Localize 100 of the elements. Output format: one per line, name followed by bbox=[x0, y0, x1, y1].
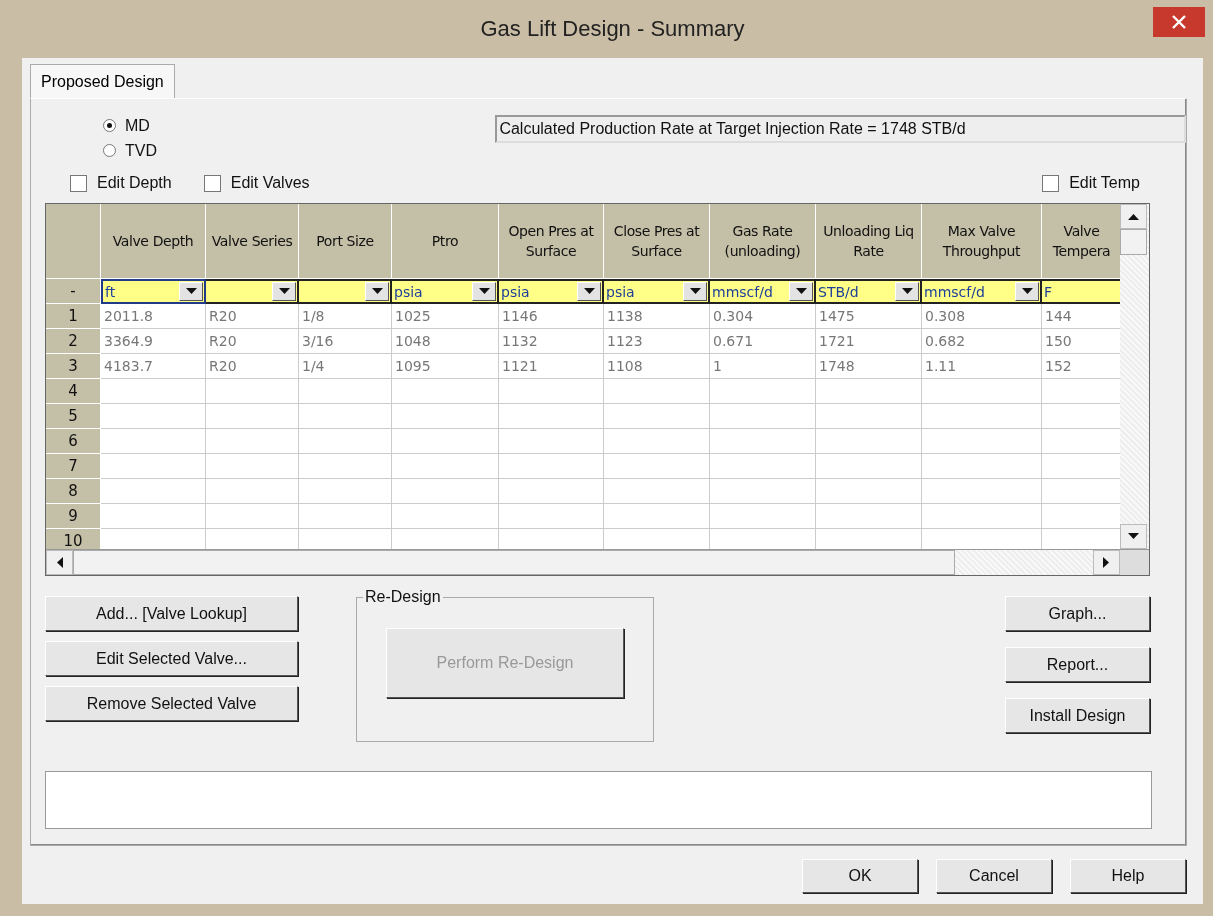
table-cell: 4183.7 bbox=[101, 354, 206, 379]
table-cell: 1/4 bbox=[299, 354, 392, 379]
column-header: Close Pres at Surface bbox=[604, 204, 710, 279]
dropdown-button[interactable] bbox=[1015, 282, 1039, 301]
checkbox-label: Edit Depth bbox=[97, 174, 172, 192]
radio-label: MD bbox=[125, 116, 150, 135]
table-cell: 1095 bbox=[392, 354, 499, 379]
table-cell: 1748 bbox=[816, 354, 922, 379]
caret-icon bbox=[478, 288, 490, 295]
close-button[interactable] bbox=[1153, 7, 1205, 37]
down-arrow-icon bbox=[1128, 533, 1139, 540]
action-button[interactable]: Add... [Valve Lookup] bbox=[45, 596, 298, 631]
right-arrow-icon bbox=[1103, 557, 1110, 568]
radio-label: TVD bbox=[125, 141, 157, 160]
dialog-button[interactable]: Help bbox=[1070, 859, 1186, 893]
dropdown-button[interactable] bbox=[789, 282, 813, 301]
row-header: 5 bbox=[46, 404, 101, 429]
table-cell: R20 bbox=[206, 354, 299, 379]
dropdown-button[interactable] bbox=[683, 282, 707, 301]
table-cell: 1121 bbox=[499, 354, 604, 379]
action-button[interactable]: Remove Selected Valve bbox=[45, 686, 298, 721]
table-cell: 1123 bbox=[604, 329, 710, 354]
caret-icon bbox=[901, 288, 913, 295]
dropdown-button[interactable] bbox=[472, 282, 496, 301]
row-header: - bbox=[46, 279, 101, 304]
unit-dropdown[interactable]: psia bbox=[499, 279, 604, 304]
checkbox-label: Edit Valves bbox=[230, 174, 310, 192]
checkbox[interactable] bbox=[1042, 174, 1060, 192]
table-cell: 1721 bbox=[816, 329, 922, 354]
column-header: Port Size bbox=[299, 204, 392, 279]
column-header: Open Pres at Surface bbox=[499, 204, 604, 279]
caret-icon bbox=[371, 288, 383, 295]
action-button[interactable]: Graph... bbox=[1005, 596, 1150, 631]
table-cell: 0.304 bbox=[710, 304, 816, 329]
row-header: 8 bbox=[46, 479, 101, 504]
caret-icon bbox=[185, 288, 197, 295]
row-header: 10 bbox=[46, 529, 101, 549]
column-header: Valve Depth bbox=[101, 204, 206, 279]
column-header: Unloading Liq Rate bbox=[816, 204, 922, 279]
caret-icon bbox=[689, 288, 701, 295]
table-cell: 1048 bbox=[392, 329, 499, 354]
row-header: 7 bbox=[46, 454, 101, 479]
dropdown-button[interactable] bbox=[895, 282, 919, 301]
table-cell: 3/16 bbox=[299, 329, 392, 354]
unit-dropdown[interactable]: F bbox=[1042, 279, 1120, 304]
production-rate-field: Calculated Production Rate at Target Injection Rate = 1748 STB/d bbox=[495, 115, 1186, 143]
radio-button[interactable] bbox=[103, 119, 116, 132]
table-cell: 1146 bbox=[499, 304, 604, 329]
table-cell: 0.682 bbox=[922, 329, 1042, 354]
dropdown-button[interactable] bbox=[365, 282, 389, 301]
dialog-button[interactable]: Cancel bbox=[936, 859, 1052, 893]
horizontal-scrollbar[interactable] bbox=[46, 549, 1149, 575]
unit-dropdown[interactable]: mmscf/d bbox=[710, 279, 816, 304]
radio-button[interactable] bbox=[103, 144, 116, 157]
table-cell: R20 bbox=[206, 329, 299, 354]
column-header: Max Valve Throughput bbox=[922, 204, 1042, 279]
unit-dropdown[interactable]: ft bbox=[101, 279, 206, 304]
action-button[interactable]: Report... bbox=[1005, 647, 1150, 682]
table-cell: 1138 bbox=[604, 304, 710, 329]
caret-icon bbox=[795, 288, 807, 295]
table-cell: 1108 bbox=[604, 354, 710, 379]
column-header: Gas Rate (unloading) bbox=[710, 204, 816, 279]
row-header: 2 bbox=[46, 329, 101, 354]
caret-icon bbox=[1021, 288, 1033, 295]
row-header: 1 bbox=[46, 304, 101, 329]
tab[interactable]: Proposed Design bbox=[30, 64, 175, 98]
vertical-scrollbar[interactable] bbox=[1120, 204, 1149, 549]
table-cell: 1/8 bbox=[299, 304, 392, 329]
dropdown-button[interactable] bbox=[272, 282, 296, 301]
checkbox[interactable] bbox=[203, 174, 221, 192]
table-cell: 0.308 bbox=[922, 304, 1042, 329]
unit-dropdown[interactable]: mmscf/d bbox=[922, 279, 1042, 304]
up-arrow-icon bbox=[1128, 213, 1139, 220]
action-button[interactable]: Install Design bbox=[1005, 698, 1150, 733]
row-header: 9 bbox=[46, 504, 101, 529]
scrollbar-corner bbox=[1120, 550, 1149, 575]
unit-dropdown[interactable]: psia bbox=[604, 279, 710, 304]
caret-icon bbox=[583, 288, 595, 295]
scroll-thumb[interactable] bbox=[73, 550, 955, 575]
dropdown-button[interactable] bbox=[577, 282, 601, 301]
table-cell: R20 bbox=[206, 304, 299, 329]
caret-icon bbox=[278, 288, 290, 295]
unit-dropdown[interactable] bbox=[299, 279, 392, 304]
column-header: Valve Series bbox=[206, 204, 299, 279]
table-cell: 2011.8 bbox=[101, 304, 206, 329]
scroll-thumb[interactable] bbox=[1120, 229, 1147, 255]
row-header: 6 bbox=[46, 429, 101, 454]
action-button[interactable]: Edit Selected Valve... bbox=[45, 641, 298, 676]
unit-dropdown[interactable]: psia bbox=[392, 279, 499, 304]
table-cell: 1.11 bbox=[922, 354, 1042, 379]
dropdown-button[interactable] bbox=[179, 282, 203, 301]
table-cell: 1475 bbox=[816, 304, 922, 329]
table-cell: 0.671 bbox=[710, 329, 816, 354]
checkbox-label: Edit Temp bbox=[1069, 174, 1140, 192]
dialog-button[interactable]: OK bbox=[802, 859, 918, 893]
checkbox[interactable] bbox=[70, 174, 87, 192]
unit-dropdown[interactable] bbox=[206, 279, 299, 304]
table-cell: 1 bbox=[710, 354, 816, 379]
unit-dropdown[interactable]: STB/d bbox=[816, 279, 922, 304]
left-arrow-icon bbox=[56, 557, 63, 568]
